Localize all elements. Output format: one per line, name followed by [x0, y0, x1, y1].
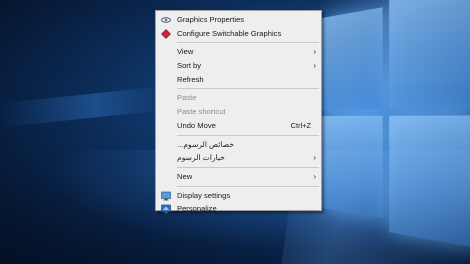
desktop-context-menu: Graphics Properties Configure Switchable…	[155, 10, 322, 211]
menu-separator	[177, 186, 319, 187]
menu-item-paste-shortcut: Paste shortcut	[156, 105, 321, 119]
menu-item-view[interactable]: View ›	[156, 45, 321, 59]
windows-logo-pane	[322, 7, 383, 110]
menu-item-refresh[interactable]: Refresh	[156, 73, 321, 87]
menu-item-label: Configure Switchable Graphics	[177, 29, 281, 38]
menu-item-label: Paste	[177, 93, 196, 102]
personalize-icon	[161, 204, 171, 214]
menu-separator	[177, 42, 319, 43]
menu-item-label: Sort by	[177, 61, 201, 70]
menu-item-personalize[interactable]: Personalize	[156, 202, 321, 216]
menu-item-graphics-options-arabic[interactable]: خيارات الرسوم ›	[156, 151, 321, 165]
windows-logo-wallpaper	[322, 0, 470, 246]
menu-item-label: Graphics Properties	[177, 15, 244, 24]
switchable-graphics-diamond-icon	[161, 29, 171, 39]
menu-item-label: خيارات الرسوم	[177, 151, 225, 165]
intel-graphics-icon	[161, 15, 171, 25]
desktop-background[interactable]: Graphics Properties Configure Switchable…	[0, 0, 470, 264]
menu-separator	[177, 167, 319, 168]
menu-item-new[interactable]: New ›	[156, 170, 321, 184]
windows-logo-pane	[322, 116, 383, 218]
windows-logo-pane	[389, 0, 470, 109]
menu-item-undo-move[interactable]: Undo Move Ctrl+Z	[156, 119, 321, 133]
menu-item-label: خصائص الرسوم...	[177, 138, 234, 152]
menu-item-shortcut: Ctrl+Z	[291, 119, 311, 133]
menu-item-label: Refresh	[177, 75, 204, 84]
menu-separator	[177, 135, 319, 136]
display-settings-icon	[161, 191, 171, 201]
menu-item-label: View	[177, 47, 193, 56]
menu-item-display-settings[interactable]: Display settings	[156, 189, 321, 203]
menu-item-label: New	[177, 172, 192, 181]
windows-logo-pane	[389, 115, 470, 248]
menu-separator	[177, 88, 319, 89]
desktop-light-beam	[0, 87, 161, 128]
menu-item-graphics-properties[interactable]: Graphics Properties	[156, 13, 321, 27]
menu-item-label: Personalize	[177, 204, 217, 213]
menu-item-paste: Paste	[156, 91, 321, 105]
chevron-right-icon: ›	[313, 59, 316, 73]
menu-item-label: Paste shortcut	[177, 107, 226, 116]
menu-item-label: Display settings	[177, 191, 230, 200]
chevron-right-icon: ›	[313, 170, 316, 184]
menu-item-graphics-properties-arabic[interactable]: خصائص الرسوم...	[156, 138, 321, 152]
chevron-right-icon: ›	[313, 45, 316, 59]
menu-item-label: Undo Move	[177, 121, 216, 130]
menu-item-configure-switchable-graphics[interactable]: Configure Switchable Graphics	[156, 27, 321, 41]
chevron-right-icon: ›	[313, 151, 316, 165]
menu-item-sort-by[interactable]: Sort by ›	[156, 59, 321, 73]
